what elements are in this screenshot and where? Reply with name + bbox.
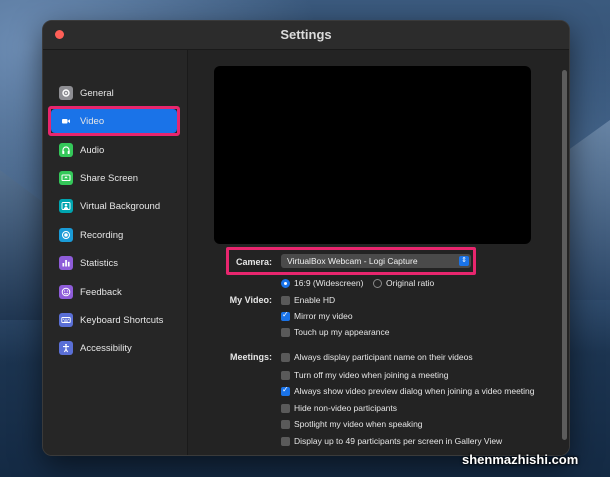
sidebar-item-keyboard-shortcuts[interactable]: Keyboard Shortcuts (51, 308, 177, 332)
video-preview (214, 66, 531, 244)
option-label: Original ratio (386, 278, 435, 288)
checkbox-icon (281, 403, 290, 413)
mirror-video-checkbox[interactable]: Mirror my video (281, 310, 353, 321)
checkbox-icon (281, 295, 290, 305)
checkbox-icon (281, 436, 290, 446)
camera-select[interactable]: VirtualBox Webcam - Logi Capture ⇕ (281, 254, 471, 268)
touch-up-checkbox[interactable]: Touch up my appearance (281, 327, 389, 337)
scrollbar[interactable] (562, 70, 567, 440)
checkbox-icon (281, 370, 290, 380)
checkbox-icon (281, 310, 290, 321)
window-title: Settings (280, 27, 332, 42)
sidebar-item-label: Recording (80, 229, 124, 241)
my-video-label: My Video: (229, 295, 272, 305)
title-bar: Settings (43, 21, 569, 50)
video-camera-icon (59, 114, 73, 128)
hide-non-video-checkbox[interactable]: Hide non-video participants (281, 403, 397, 413)
checkbox-icon (281, 419, 290, 429)
person-icon (59, 199, 73, 213)
ratio-widescreen-radio[interactable]: 16:9 (Widescreen) (281, 278, 363, 288)
radio-icon (373, 278, 382, 288)
ratio-original-radio[interactable]: Original ratio (373, 278, 434, 288)
gallery-49-checkbox[interactable]: Display up to 49 participants per screen… (281, 436, 502, 446)
option-label: Touch up my appearance (294, 327, 390, 337)
meetings-label: Meetings: (229, 352, 272, 362)
keyboard-icon (59, 313, 73, 327)
gear-icon (59, 86, 73, 100)
chevron-updown-icon: ⇕ (459, 256, 469, 266)
sidebar-item-label: Video (80, 115, 105, 127)
smiley-icon (59, 285, 73, 299)
sidebar-item-label: Feedback (80, 286, 122, 298)
sidebar-item-accessibility[interactable]: Accessibility (51, 336, 177, 360)
sidebar-item-video[interactable]: Video (48, 106, 180, 136)
option-label: Display up to 49 participants per screen… (294, 436, 503, 446)
video-settings-panel: Camera: VirtualBox Webcam - Logi Capture… (188, 50, 569, 455)
option-label: Always show video preview dialog when jo… (294, 386, 535, 396)
sidebar-item-label: Accessibility (80, 342, 132, 354)
option-label: Enable HD (294, 295, 336, 305)
accessibility-icon (59, 341, 73, 355)
display-name-checkbox[interactable]: Always display participant name on their… (281, 352, 473, 362)
share-screen-icon (59, 171, 73, 185)
sidebar-item-recording[interactable]: Recording (51, 223, 177, 247)
sidebar-item-virtual-background[interactable]: Virtual Background (51, 194, 177, 218)
sidebar-item-general[interactable]: General (51, 81, 177, 105)
option-label: Turn off my video when joining a meeting (294, 370, 449, 380)
option-label: Hide non-video participants (294, 403, 398, 413)
settings-window: Settings General Video Audio Share Scree… (42, 20, 570, 456)
option-label: 16:9 (Widescreen) (294, 278, 364, 288)
checkbox-icon (281, 352, 290, 362)
watermark: shenmazhishi.com (462, 452, 579, 467)
spotlight-video-checkbox[interactable]: Spotlight my video when speaking (281, 419, 423, 429)
sidebar-item-label: Statistics (80, 257, 119, 269)
enable-hd-checkbox[interactable]: Enable HD (281, 295, 335, 305)
sidebar-item-audio[interactable]: Audio (51, 138, 177, 162)
sidebar-item-label: Virtual Background (80, 200, 161, 212)
video-preview-dialog-checkbox[interactable]: Always show video preview dialog when jo… (281, 385, 535, 396)
sidebar-item-label: Keyboard Shortcuts (80, 314, 164, 326)
chart-icon (59, 256, 73, 270)
close-window-button[interactable] (55, 30, 64, 39)
record-icon (59, 228, 73, 242)
sidebar-item-label: General (80, 87, 114, 99)
option-label: Mirror my video (294, 311, 353, 321)
sidebar-item-label: Audio (80, 144, 105, 156)
sidebar-item-feedback[interactable]: Feedback (51, 280, 177, 304)
sidebar-item-share-screen[interactable]: Share Screen (51, 166, 177, 190)
camera-label: Camera: (235, 257, 272, 267)
checkbox-icon (281, 327, 290, 337)
checkbox-icon (281, 385, 290, 396)
sidebar: General Video Audio Share Screen Virtual… (43, 50, 188, 455)
sidebar-item-statistics[interactable]: Statistics (51, 251, 177, 275)
sidebar-item-label: Share Screen (80, 172, 139, 184)
turn-off-video-checkbox[interactable]: Turn off my video when joining a meeting (281, 370, 449, 380)
camera-select-value: VirtualBox Webcam - Logi Capture (287, 256, 418, 266)
radio-icon (281, 278, 290, 288)
option-label: Spotlight my video when speaking (294, 419, 423, 429)
option-label: Always display participant name on their… (294, 352, 473, 362)
headphones-icon (59, 143, 73, 157)
